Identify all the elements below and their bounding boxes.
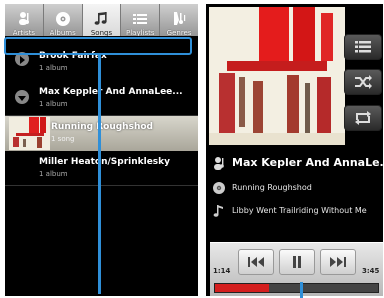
callout-highlight-box <box>4 37 192 55</box>
list-item-title: Running Roughshod <box>51 122 153 132</box>
library-tab-bar: Artists Albums Songs Playlists Genres <box>5 4 198 40</box>
playlist-button[interactable] <box>344 34 382 60</box>
pause-icon <box>293 256 301 268</box>
track-album: Running Roughshod <box>232 183 312 192</box>
tab-genres[interactable]: Genres <box>160 4 198 40</box>
album-art-thumbnail <box>9 117 50 150</box>
album-art <box>209 7 345 145</box>
total-time: 3:45 <box>362 267 380 275</box>
previous-button[interactable] <box>238 249 274 275</box>
list-item-subtitle: 1 album <box>39 100 68 108</box>
now-playing-screen: Max Kepler And AnnaLe... Running Roughsh… <box>206 4 383 296</box>
callout-line <box>300 282 303 298</box>
list-item-title: Miller Heaton/Sprinklesky <box>39 157 171 167</box>
tab-albums[interactable]: Albums <box>44 4 83 40</box>
playlist-icon <box>133 14 148 24</box>
callout-line <box>98 54 101 294</box>
next-icon <box>330 257 346 267</box>
pause-button[interactable] <box>279 249 315 275</box>
next-button[interactable] <box>320 249 356 275</box>
list-item[interactable]: Max Keppler And AnnaLee... 1 album <box>5 81 198 116</box>
artist-icon <box>18 12 29 25</box>
transport-panel: 1:14 3:45 <box>210 242 383 296</box>
track-title: Libby Went Trailriding Without Me <box>232 206 367 215</box>
tab-songs[interactable]: Songs <box>82 4 122 40</box>
list-item-subtitle: 1 song <box>51 135 75 143</box>
list-item-now-playing[interactable]: Running Roughshod 1 song <box>5 116 198 151</box>
shuffle-button[interactable] <box>344 69 382 95</box>
repeat-button[interactable] <box>344 105 382 131</box>
music-note-icon <box>95 12 108 25</box>
seek-bar-fill <box>215 284 269 292</box>
collapse-artist-icon <box>15 90 29 104</box>
list-item-subtitle: 1 album <box>39 170 68 178</box>
artist-icon <box>214 157 224 170</box>
genres-icon <box>174 12 186 25</box>
list-item[interactable]: Miller Heaton/Sprinklesky 1 album <box>5 151 198 186</box>
row-divider <box>5 185 198 186</box>
list-item-subtitle: 1 album <box>39 64 68 72</box>
previous-icon <box>248 257 264 267</box>
tab-artists[interactable]: Artists <box>5 4 44 40</box>
album-icon <box>55 12 70 26</box>
repeat-icon <box>355 111 371 125</box>
list-item-title: Max Keppler And AnnaLee... <box>39 87 183 97</box>
album-icon <box>213 182 225 194</box>
track-artist: Max Kepler And AnnaLe... <box>232 156 383 169</box>
shuffle-icon <box>355 75 372 89</box>
elapsed-time: 1:14 <box>213 267 231 275</box>
tab-playlists[interactable]: Playlists <box>121 4 161 40</box>
seek-bar[interactable] <box>214 283 379 293</box>
list-icon <box>355 41 371 53</box>
music-note-icon <box>213 205 223 217</box>
